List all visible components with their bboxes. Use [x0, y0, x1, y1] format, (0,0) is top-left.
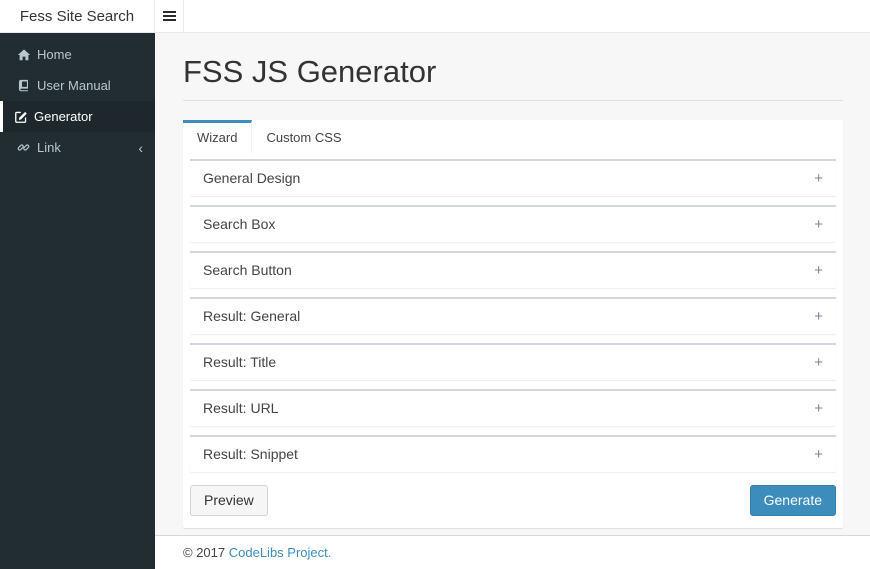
- title-divider: [183, 99, 843, 101]
- sidebar-toggle-button[interactable]: [155, 0, 184, 32]
- sidebar-item-label: Link: [37, 140, 61, 155]
- accordion-result-url[interactable]: Result: URL +: [190, 388, 836, 426]
- accordion-label: Result: URL: [203, 400, 279, 417]
- tab-bar: Wizard Custom CSS: [183, 119, 843, 153]
- link-icon: [17, 141, 37, 154]
- accordion-result-snippet[interactable]: Result: Snippet +: [190, 434, 836, 472]
- accordion-label: Result: General: [203, 308, 301, 325]
- book-icon: [17, 79, 37, 92]
- accordion-label: Search Button: [203, 262, 292, 279]
- tab-wizard[interactable]: Wizard: [183, 119, 253, 153]
- sidebar-item-link[interactable]: Link ‹: [0, 132, 155, 163]
- sidebar-item-generator[interactable]: Generator: [0, 101, 155, 132]
- plus-icon[interactable]: +: [814, 217, 823, 232]
- codelibs-link[interactable]: CodeLibs Project.: [229, 545, 332, 560]
- plus-icon[interactable]: +: [814, 263, 823, 278]
- main-area: FSS JS Generator Wizard Custom CSS Gener…: [155, 33, 870, 569]
- home-icon: [17, 48, 37, 62]
- sidebar-item-home[interactable]: Home: [0, 39, 155, 70]
- accordion-search-button[interactable]: Search Button +: [190, 250, 836, 288]
- brand-logo[interactable]: Fess Site Search: [0, 0, 155, 32]
- page-title: FSS JS Generator: [183, 54, 437, 89]
- chevron-left-icon: ‹: [138, 139, 143, 156]
- plus-icon[interactable]: +: [814, 309, 823, 324]
- sidebar-item-user-manual[interactable]: User Manual: [0, 70, 155, 101]
- sidebar-item-label: Home: [37, 47, 72, 62]
- plus-icon[interactable]: +: [814, 447, 823, 462]
- accordion-result-general[interactable]: Result: General +: [190, 296, 836, 334]
- accordion-label: Result: Title: [203, 354, 277, 371]
- sidebar-item-label: Generator: [34, 109, 93, 124]
- hamburger-icon: [162, 11, 176, 21]
- generator-card: Wizard Custom CSS General Design + Searc…: [183, 119, 843, 529]
- action-button-row: Preview Generate: [190, 484, 836, 518]
- page-footer: © 2017 CodeLibs Project.: [155, 535, 870, 569]
- sidebar: Home User Manual Generator Link ‹: [0, 33, 155, 569]
- preview-button[interactable]: Preview: [190, 484, 268, 517]
- content-wrapper: FSS JS Generator Wizard Custom CSS Gener…: [155, 33, 870, 535]
- plus-icon[interactable]: +: [814, 401, 823, 416]
- accordion-label: Result: Snippet: [203, 446, 298, 463]
- accordion-label: General Design: [203, 170, 301, 187]
- top-navbar: Fess Site Search: [0, 0, 870, 33]
- pencil-square-icon: [14, 110, 34, 124]
- wizard-tab-panel: General Design + Search Box + Search But…: [183, 153, 843, 529]
- plus-icon[interactable]: +: [814, 171, 823, 186]
- generate-button[interactable]: Generate: [749, 484, 836, 517]
- copyright-text: © 2017: [183, 545, 226, 560]
- tab-custom-css[interactable]: Custom CSS: [252, 120, 355, 153]
- accordion-result-title[interactable]: Result: Title +: [190, 342, 836, 380]
- accordion-label: Search Box: [203, 216, 276, 233]
- sidebar-item-label: User Manual: [37, 78, 111, 93]
- plus-icon[interactable]: +: [814, 355, 823, 370]
- accordion-search-box[interactable]: Search Box +: [190, 204, 836, 242]
- accordion-general-design[interactable]: General Design +: [190, 158, 836, 196]
